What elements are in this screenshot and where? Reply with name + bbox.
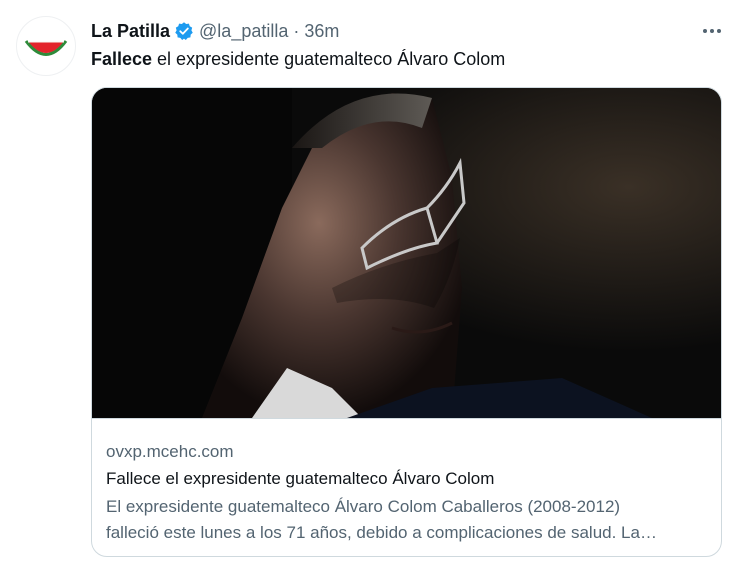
watermelon-logo-icon: [24, 40, 68, 56]
card-title: Fallece el expresidente guatemalteco Álv…: [106, 469, 495, 488]
more-options-icon: [703, 29, 721, 33]
display-name[interactable]: La Patilla: [91, 21, 170, 42]
card-info[interactable]: ovxp.mcehc.com Fallece el expresidente g…: [92, 419, 721, 556]
tweet-text-bold[interactable]: Fallece: [91, 49, 152, 69]
link-card[interactable]: ovxp.mcehc.com Fallece el expresidente g…: [91, 87, 722, 557]
tweet[interactable]: La Patilla @la_patilla · 36m Fallece el …: [0, 0, 742, 568]
card-domain: ovxp.mcehc.com: [106, 442, 234, 461]
avatar[interactable]: [16, 16, 76, 76]
card-image[interactable]: [92, 88, 721, 419]
timestamp[interactable]: 36m: [304, 21, 339, 42]
tweet-text-rest: el expresidente guatemalteco Álvaro Colo…: [152, 49, 506, 69]
card-description-line-1: El expresidente guatemalteco Álvaro Colo…: [106, 497, 621, 516]
portrait-photo: [92, 88, 721, 418]
card-description-line-2: falleció este lunes a los 71 años, debid…: [106, 523, 657, 542]
card-description: El expresidente guatemalteco Álvaro Colo…: [106, 494, 706, 546]
user-handle[interactable]: @la_patilla: [199, 21, 288, 42]
tweet-text: Fallece el expresidente guatemalteco Álv…: [91, 47, 505, 71]
tweet-header: La Patilla @la_patilla · 36m: [91, 19, 339, 43]
verified-badge-icon: [175, 22, 193, 40]
more-options-button[interactable]: [698, 20, 726, 42]
separator-dot: ·: [293, 20, 300, 41]
